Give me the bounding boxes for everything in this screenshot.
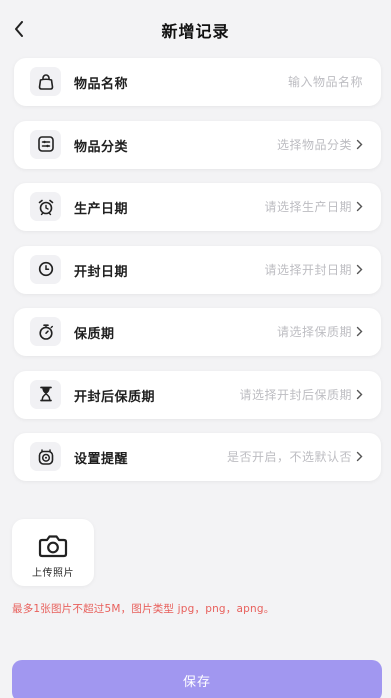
item-name-input[interactable]: 输入物品名称	[288, 73, 363, 90]
production-date-picker[interactable]: 请选择生产日期	[264, 198, 363, 215]
production-date-placeholder: 请选择生产日期	[264, 200, 352, 214]
chevron-right-icon	[356, 264, 363, 275]
page-title: 新增记录	[161, 22, 230, 41]
upload-photo-label: 上传照片	[32, 568, 74, 579]
add-record-page: 新增记录 物品名称 输入物品名称 物品分类 选择物品分类 生产日期 请选择生产日…	[0, 0, 391, 698]
item-name-row[interactable]: 物品名称 输入物品名称	[14, 58, 381, 106]
stopwatch-icon	[30, 317, 61, 346]
item-name-placeholder: 输入物品名称	[287, 75, 363, 89]
hourglass-icon	[30, 379, 61, 409]
item-category-row[interactable]: 物品分类 选择物品分类	[14, 120, 381, 169]
item-category-select[interactable]: 选择物品分类	[277, 136, 363, 153]
production-date-label: 生产日期	[74, 202, 129, 217]
shelf-life-row[interactable]: 保质期 请选择保质期	[14, 308, 381, 356]
open-date-placeholder: 请选择开封日期	[264, 262, 352, 277]
chevron-right-icon	[356, 326, 363, 337]
opened-shelf-life-picker[interactable]: 请选择开封后保质期	[239, 386, 363, 403]
item-name-label: 物品名称	[74, 77, 129, 92]
save-button-label: 保存	[182, 674, 211, 690]
reminder-select[interactable]: 是否开启，不选默认否	[227, 448, 363, 465]
production-date-row[interactable]: 生产日期 请选择生产日期	[14, 183, 381, 231]
opened-shelf-life-row[interactable]: 开封后保质期 请选择开封后保质期	[14, 370, 381, 419]
open-date-row[interactable]: 开封日期 请选择开封日期	[14, 245, 381, 294]
chevron-right-icon	[356, 139, 363, 150]
opened-shelf-life-label: 开封后保质期	[74, 389, 156, 405]
shelf-life-picker[interactable]: 请选择保质期	[277, 323, 363, 340]
bag-icon	[30, 67, 61, 96]
category-icon	[30, 129, 61, 159]
shelf-life-placeholder: 请选择保质期	[276, 325, 352, 339]
item-category-placeholder: 选择物品分类	[276, 137, 352, 152]
alarm-clock-icon	[30, 192, 61, 221]
camera-icon	[38, 533, 68, 563]
reminder-placeholder: 是否开启，不选默认否	[226, 450, 352, 464]
opened-shelf-life-placeholder: 请选择开封后保质期	[239, 387, 352, 402]
save-button[interactable]: 保存	[12, 660, 382, 698]
shelf-life-label: 保质期	[74, 327, 115, 342]
header: 新增记录	[0, 0, 391, 56]
upload-photo-button[interactable]: 上传照片	[12, 519, 94, 586]
chevron-right-icon	[356, 451, 363, 462]
upload-hint: 最多1张图片不超过5M，图片类型 jpg，png，apng。	[12, 603, 275, 615]
form-list: 物品名称 输入物品名称 物品分类 选择物品分类 生产日期 请选择生产日期 开封日…	[14, 58, 381, 496]
reminder-label: 设置提醒	[74, 452, 129, 467]
open-date-label: 开封日期	[74, 264, 129, 280]
chevron-right-icon	[356, 389, 363, 400]
reminder-row[interactable]: 设置提醒 是否开启，不选默认否	[14, 433, 381, 481]
chevron-right-icon	[356, 201, 363, 212]
open-date-picker[interactable]: 请选择开封日期	[264, 261, 363, 278]
item-category-label: 物品分类	[74, 139, 129, 155]
reminder-clock-icon	[30, 442, 61, 471]
clock-icon	[30, 254, 61, 284]
